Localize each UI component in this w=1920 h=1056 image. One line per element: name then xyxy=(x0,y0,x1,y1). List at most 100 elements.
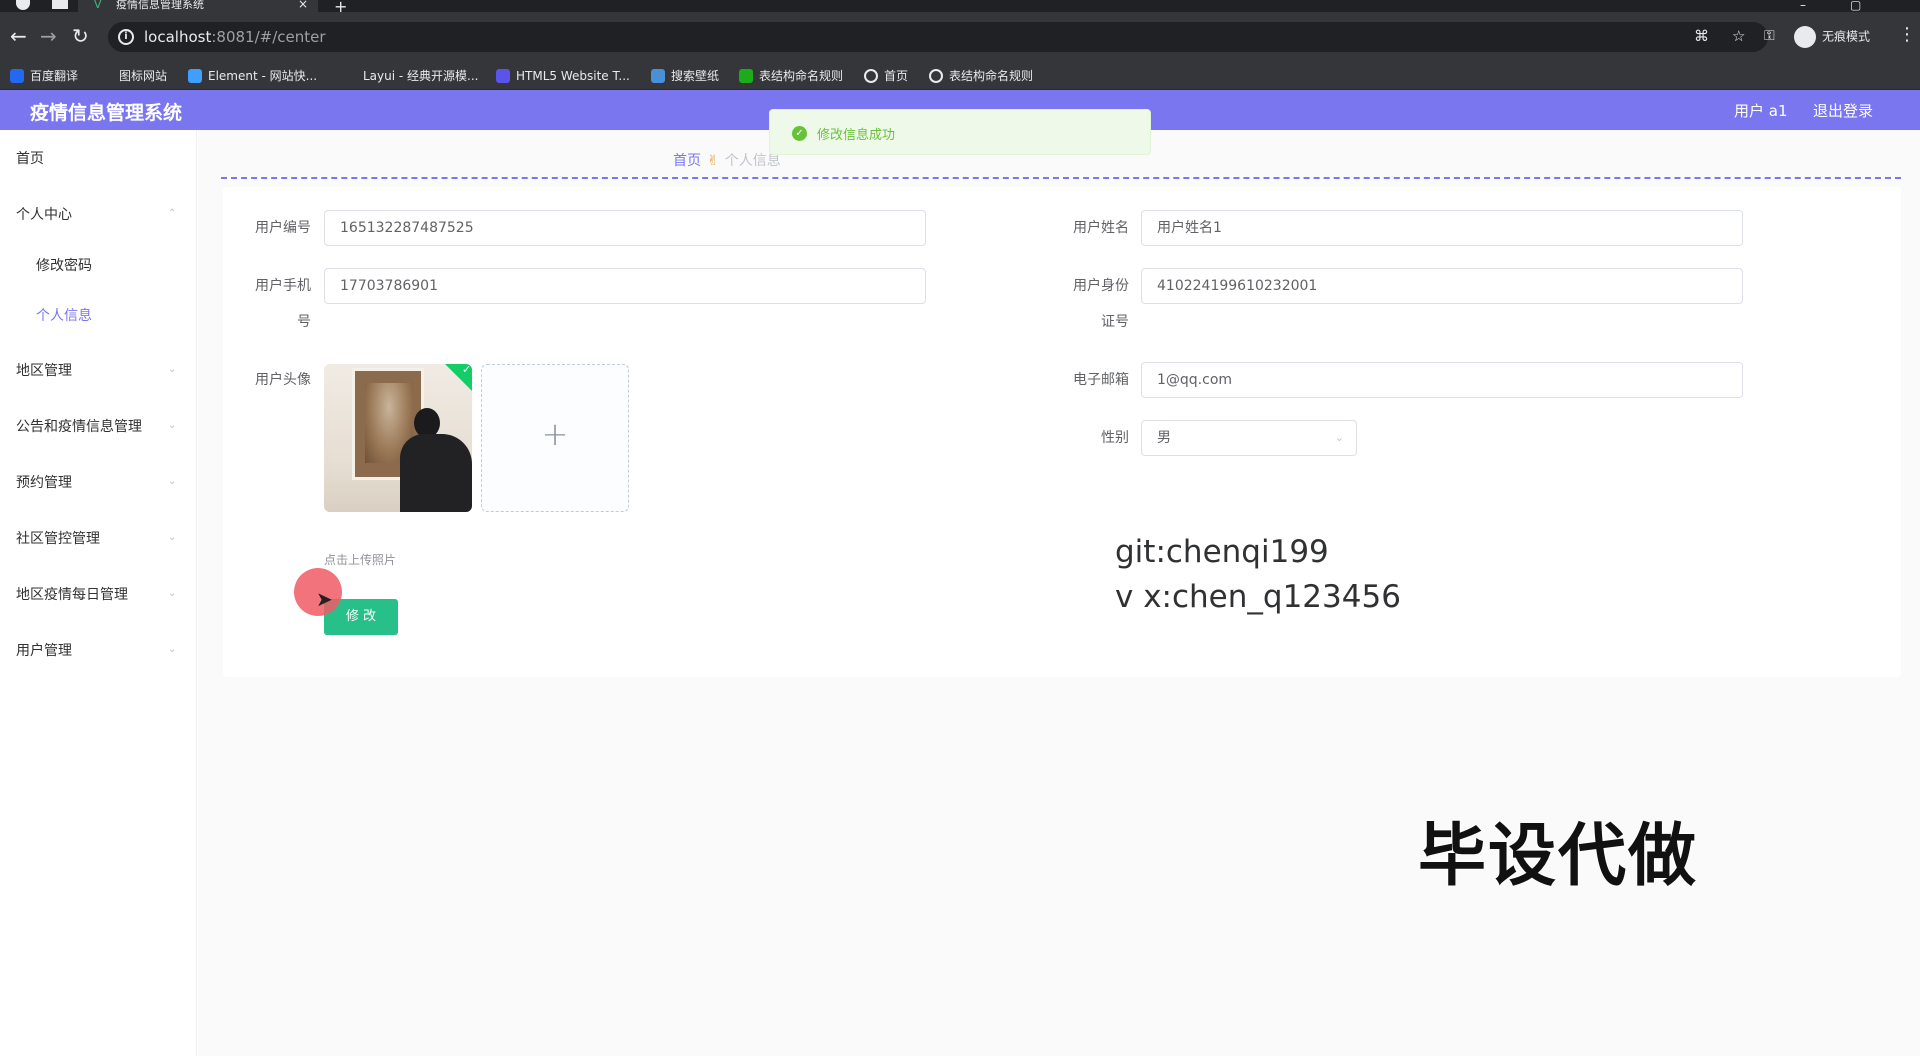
browser-tab-title: 疫情信息管理系统 xyxy=(116,0,204,11)
bookmark-item[interactable]: 表结构命名规则 xyxy=(929,68,1033,84)
success-toast: ✓ 修改信息成功 xyxy=(769,109,1151,155)
toast-message: 修改信息成功 xyxy=(817,128,896,143)
chevron-down-icon: ⌄ xyxy=(168,420,177,431)
breadcrumb-home[interactable]: 首页 xyxy=(673,153,701,169)
overlay-contact-text: v x:chen_q123456 xyxy=(1115,579,1401,615)
bookmark-item[interactable]: 搜索壁纸 xyxy=(651,68,719,84)
incognito-indicator[interactable]: 无痕模式 xyxy=(1794,26,1870,48)
phone-field[interactable]: 17703786901 xyxy=(324,268,926,304)
plus-icon: + xyxy=(541,415,569,453)
phone-label-suffix: 号 xyxy=(297,314,311,330)
success-check-icon: ✓ xyxy=(792,126,807,141)
bookmark-item[interactable]: Element - 网站快... xyxy=(188,68,317,84)
bookmark-label: HTML5 Website T... xyxy=(516,69,630,83)
sheet-icon xyxy=(739,69,753,83)
gender-label: 性别 xyxy=(1101,430,1129,446)
avatar-photo-body xyxy=(400,434,472,512)
bookmark-item[interactable]: 表结构命名规则 xyxy=(739,68,843,84)
more-menu-icon[interactable]: ⋮ xyxy=(1898,24,1916,45)
bookmark-item[interactable]: 首页 xyxy=(864,68,908,84)
browser-toolbar: ← → ↻ i localhost:8081/#/center ⌘ ☆ ⚿ 无痕… xyxy=(0,12,1920,64)
overlay-git-text: git:chenqi199 xyxy=(1115,534,1329,570)
idcard-label-suffix: 证号 xyxy=(1101,314,1129,330)
bookmark-item[interactable]: Layui - 经典开源模... xyxy=(343,68,478,84)
hand-icon: ✌ xyxy=(707,153,719,169)
flag-icon xyxy=(99,69,113,83)
address-bar[interactable]: i localhost:8081/#/center ⌘ ☆ xyxy=(108,22,1768,52)
email-field[interactable]: 1@qq.com xyxy=(1141,362,1743,398)
idcard-field[interactable]: 410224199610232001 xyxy=(1141,268,1743,304)
html5-icon xyxy=(496,69,510,83)
browser-window-icon[interactable] xyxy=(52,0,68,9)
avatar-image[interactable]: ✓ xyxy=(324,364,472,512)
sidebar-item-personal-center[interactable]: 个人中心 xyxy=(16,204,72,224)
user-name-label: 用户姓名 xyxy=(1073,220,1129,236)
chevron-down-icon: ⌄ xyxy=(168,588,177,599)
browser-profile-icon[interactable] xyxy=(16,0,30,10)
bookmark-label: 表结构命名规则 xyxy=(949,69,1034,83)
current-user: 用户 a1 xyxy=(1734,102,1788,120)
gender-value: 男 xyxy=(1157,430,1171,446)
reload-icon[interactable]: ↻ xyxy=(72,26,89,46)
globe-icon xyxy=(929,69,943,83)
user-id-field[interactable]: 165132287487525 xyxy=(324,210,926,246)
bookmark-item[interactable]: HTML5 Website T... xyxy=(496,68,630,84)
logout-link[interactable]: 退出登录 xyxy=(1813,100,1873,121)
chevron-down-icon: ⌄ xyxy=(168,644,177,655)
incognito-label: 无痕模式 xyxy=(1822,29,1871,44)
bookmark-item[interactable]: 图标网站 xyxy=(99,68,167,84)
key-icon[interactable]: ⚿ xyxy=(1764,28,1775,44)
layui-icon xyxy=(343,69,357,83)
chevron-down-icon: ⌄ xyxy=(168,532,177,543)
browser-tab[interactable]: V 疫情信息管理系统 × xyxy=(78,0,318,12)
chevron-up-icon: ⌃ xyxy=(168,208,177,219)
close-tab-icon[interactable]: × xyxy=(298,0,308,10)
star-icon[interactable]: ☆ xyxy=(1732,27,1745,45)
site-info-icon[interactable]: i xyxy=(118,29,134,45)
minimize-icon[interactable]: – xyxy=(1800,0,1806,12)
breadcrumb-current: 个人信息 xyxy=(724,153,781,169)
chevron-down-icon: ⌄ xyxy=(1334,431,1344,444)
bookmarks-bar: 百度翻译 图标网站 Element - 网站快... Layui - 经典开源模...… xyxy=(0,64,1920,90)
vue-icon: V xyxy=(94,0,102,11)
check-icon: ✓ xyxy=(462,364,472,376)
bookmark-label: Element - 网站快... xyxy=(208,69,318,83)
gender-select[interactable]: 男 ⌄ xyxy=(1141,420,1357,456)
bookmark-label: 百度翻译 xyxy=(30,69,79,83)
bookmark-label: 表结构命名规则 xyxy=(759,69,844,83)
sidebar-item-appointment[interactable]: 预约管理 xyxy=(16,472,72,492)
forward-icon[interactable]: → xyxy=(40,26,57,46)
user-id-label: 用户编号 xyxy=(255,220,311,236)
phone-label: 用户手机 xyxy=(255,278,311,294)
avatar-label: 用户头像 xyxy=(255,372,311,388)
bookmark-label: 首页 xyxy=(884,69,909,83)
bookmark-label: 搜索壁纸 xyxy=(671,69,720,83)
sidebar-item-users[interactable]: 用户管理 xyxy=(16,640,72,660)
wallpaper-icon xyxy=(651,69,665,83)
sidebar-item-home[interactable]: 首页 xyxy=(16,148,44,168)
sidebar: 首页 个人中心 ⌃ 修改密码 个人信息 地区管理 ⌄ 公告和疫情信息管理 ⌄ 预… xyxy=(0,130,197,1056)
bookmark-item[interactable]: 百度翻译 xyxy=(10,68,78,84)
breadcrumb: 首页 ✌ 个人信息 xyxy=(673,150,781,170)
back-icon[interactable]: ← xyxy=(10,26,27,46)
sidebar-item-change-password[interactable]: 修改密码 xyxy=(36,255,92,275)
element-icon xyxy=(188,69,202,83)
sidebar-item-notice[interactable]: 公告和疫情信息管理 xyxy=(16,416,142,436)
maximize-icon[interactable]: ▢ xyxy=(1850,0,1861,12)
mouse-cursor-icon: ➤ xyxy=(316,587,333,611)
sidebar-item-personal-info[interactable]: 个人信息 xyxy=(36,305,92,325)
user-name-field[interactable]: 用户姓名1 xyxy=(1141,210,1743,246)
upload-tip: 点击上传照片 xyxy=(324,553,397,567)
avatar-upload-button[interactable]: + xyxy=(481,364,629,512)
chevron-down-icon: ⌄ xyxy=(168,476,177,487)
sidebar-item-community[interactable]: 社区管控管理 xyxy=(16,528,100,548)
app-title: 疫情信息管理系统 xyxy=(30,102,183,124)
breadcrumb-divider xyxy=(221,177,1901,179)
url-text: localhost:8081/#/center xyxy=(144,28,326,46)
sidebar-item-daily[interactable]: 地区疫情每日管理 xyxy=(16,584,128,604)
email-label: 电子邮箱 xyxy=(1073,372,1129,388)
translate-icon[interactable]: ⌘ xyxy=(1694,27,1709,45)
sidebar-item-region[interactable]: 地区管理 xyxy=(16,360,72,380)
globe-icon xyxy=(864,69,878,83)
browser-tab-strip: V 疫情信息管理系统 × + – ▢ xyxy=(0,0,1920,16)
